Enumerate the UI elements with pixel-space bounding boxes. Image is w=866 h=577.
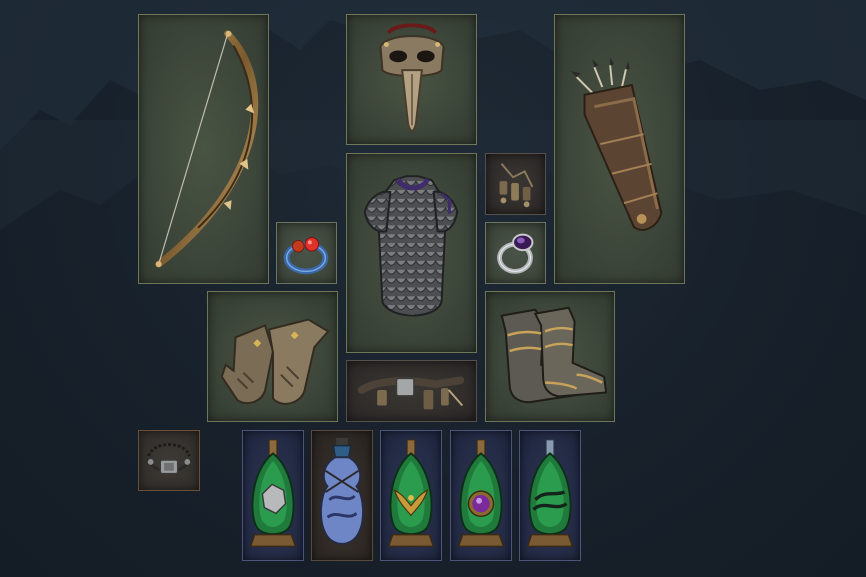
green-flask-eagle-icon bbox=[387, 439, 435, 548]
quiver-icon bbox=[570, 57, 663, 231]
off-hand-slot[interactable] bbox=[554, 14, 685, 284]
green-flask-swirl-icon bbox=[526, 439, 574, 548]
amulet-icon bbox=[145, 443, 193, 475]
body-armour-slot[interactable] bbox=[346, 153, 477, 353]
scale-armour-icon bbox=[363, 175, 459, 317]
bow-icon bbox=[155, 30, 259, 268]
flask-3-slot[interactable] bbox=[380, 430, 442, 561]
flask-2-slot[interactable] bbox=[311, 430, 373, 561]
amulet-slot[interactable] bbox=[138, 430, 200, 491]
flask-5-slot[interactable] bbox=[519, 430, 581, 561]
gauntlets-icon bbox=[220, 318, 330, 405]
greaves-icon bbox=[500, 306, 608, 404]
inventory-screen bbox=[0, 0, 866, 577]
boots-slot[interactable] bbox=[485, 291, 615, 422]
blue-unique-flask-icon bbox=[319, 437, 365, 545]
helmet-slot[interactable] bbox=[346, 14, 477, 145]
charm-icon bbox=[499, 163, 534, 208]
gloves-slot[interactable] bbox=[207, 291, 338, 422]
charm-slot[interactable] bbox=[485, 153, 546, 215]
main-hand-slot[interactable] bbox=[138, 14, 269, 284]
ruby-ring-icon bbox=[283, 237, 329, 275]
right-ring-slot[interactable] bbox=[485, 222, 546, 284]
belt-slot[interactable] bbox=[346, 360, 477, 422]
amethyst-ring-icon bbox=[497, 233, 534, 274]
flask-4-slot[interactable] bbox=[450, 430, 512, 561]
left-ring-slot[interactable] bbox=[276, 222, 337, 284]
green-flask-gem-icon bbox=[457, 439, 505, 548]
green-flask-stone-icon bbox=[249, 439, 297, 548]
flask-1-slot[interactable] bbox=[242, 430, 304, 561]
belt-icon bbox=[357, 376, 465, 410]
plague-mask-icon bbox=[379, 23, 445, 132]
